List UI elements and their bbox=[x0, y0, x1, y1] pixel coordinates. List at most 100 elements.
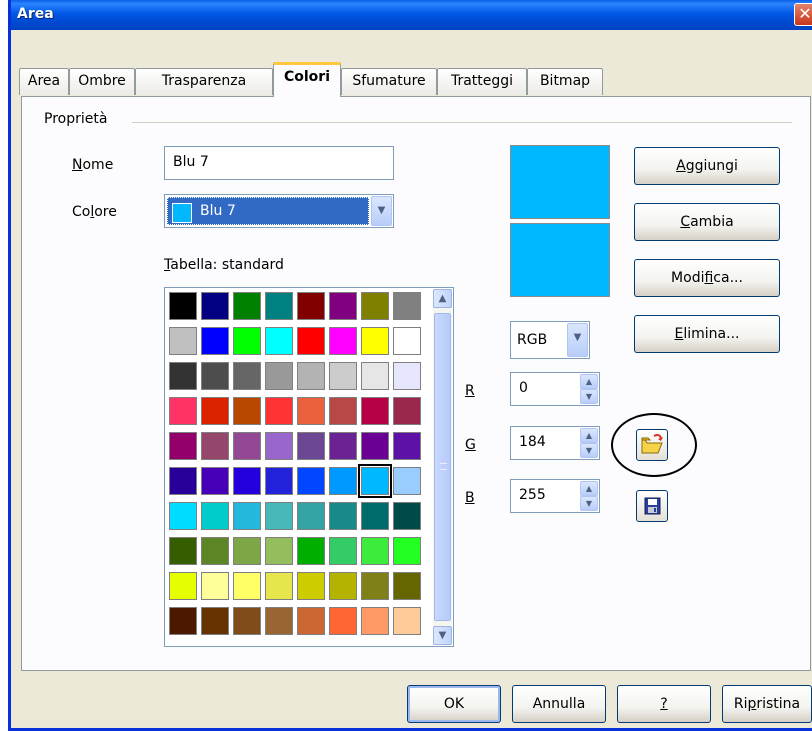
color-swatch-cell[interactable] bbox=[169, 572, 197, 600]
color-swatch-cell[interactable] bbox=[329, 397, 357, 425]
color-swatch-cell[interactable] bbox=[393, 362, 421, 390]
close-button[interactable]: ✕ bbox=[794, 3, 812, 26]
color-swatch-cell[interactable] bbox=[297, 292, 325, 320]
color-swatch-cell[interactable] bbox=[169, 327, 197, 355]
spin-up-icon[interactable]: ▲ bbox=[580, 481, 598, 496]
color-swatch-cell[interactable] bbox=[201, 362, 229, 390]
color-swatch-cell[interactable] bbox=[169, 432, 197, 460]
edit-button[interactable]: Modifica... bbox=[634, 259, 780, 297]
load-color-list-button[interactable] bbox=[636, 429, 668, 461]
color-swatch-cell[interactable] bbox=[393, 572, 421, 600]
color-swatch-cell[interactable] bbox=[329, 537, 357, 565]
color-swatch-cell[interactable] bbox=[361, 327, 389, 355]
color-swatch-cell[interactable] bbox=[169, 502, 197, 530]
color-swatch-cell[interactable] bbox=[361, 432, 389, 460]
color-swatch-cell[interactable] bbox=[297, 397, 325, 425]
color-swatch-cell[interactable] bbox=[393, 327, 421, 355]
color-swatch-cell[interactable] bbox=[393, 502, 421, 530]
chevron-down-icon[interactable]: ▼ bbox=[371, 196, 392, 226]
g-input[interactable]: 184 ▲ ▼ bbox=[510, 426, 600, 460]
color-swatch-cell[interactable] bbox=[169, 537, 197, 565]
color-swatch-cell[interactable] bbox=[265, 572, 293, 600]
chevron-down-icon[interactable]: ▼ bbox=[567, 323, 588, 357]
tab-sfumature[interactable]: Sfumature bbox=[341, 68, 437, 95]
color-swatch-cell[interactable] bbox=[201, 432, 229, 460]
color-swatch-cell[interactable] bbox=[265, 397, 293, 425]
color-swatch-cell[interactable] bbox=[329, 607, 357, 635]
name-input[interactable]: Blu 7 bbox=[164, 146, 394, 180]
color-swatch-cell[interactable] bbox=[297, 467, 325, 495]
spin-down-icon[interactable]: ▼ bbox=[580, 496, 598, 511]
color-swatch-cell[interactable] bbox=[297, 607, 325, 635]
color-swatch-cell[interactable] bbox=[265, 467, 293, 495]
color-swatch-cell[interactable] bbox=[297, 502, 325, 530]
b-input[interactable]: 255 ▲ ▼ bbox=[510, 479, 600, 513]
scroll-up-icon[interactable]: ▲ bbox=[433, 289, 452, 308]
color-swatch-cell[interactable] bbox=[201, 502, 229, 530]
color-select[interactable]: Blu 7 ▼ bbox=[164, 194, 394, 228]
reset-button[interactable]: Ripristina bbox=[722, 685, 812, 723]
color-swatch-cell[interactable] bbox=[201, 607, 229, 635]
ok-button[interactable]: OK bbox=[407, 685, 501, 723]
color-swatch-cell[interactable] bbox=[297, 537, 325, 565]
color-model-select[interactable]: RGB ▼ bbox=[510, 321, 590, 359]
color-swatch-cell[interactable] bbox=[393, 292, 421, 320]
spin-down-icon[interactable]: ▼ bbox=[580, 443, 598, 458]
color-swatch-cell[interactable] bbox=[329, 432, 357, 460]
tab-colori[interactable]: Colori bbox=[273, 62, 341, 97]
color-swatch-cell[interactable] bbox=[265, 362, 293, 390]
color-swatch-cell[interactable] bbox=[393, 537, 421, 565]
color-swatch-cell[interactable] bbox=[233, 572, 261, 600]
color-swatch-cell[interactable] bbox=[169, 607, 197, 635]
color-swatch-cell[interactable] bbox=[393, 432, 421, 460]
color-swatch-cell[interactable] bbox=[265, 432, 293, 460]
spin-up-icon[interactable]: ▲ bbox=[580, 374, 598, 389]
color-swatch-cell[interactable] bbox=[329, 292, 357, 320]
color-swatch-cell[interactable] bbox=[358, 464, 392, 498]
color-swatch-cell[interactable] bbox=[361, 537, 389, 565]
help-button[interactable]: ? bbox=[617, 685, 711, 723]
spin-up-icon[interactable]: ▲ bbox=[580, 428, 598, 443]
scroll-thumb[interactable] bbox=[434, 313, 451, 621]
cancel-button[interactable]: Annulla bbox=[512, 685, 606, 723]
tab-area[interactable]: Area bbox=[19, 68, 69, 95]
color-swatch-cell[interactable] bbox=[233, 397, 261, 425]
color-swatch-cell[interactable] bbox=[265, 292, 293, 320]
change-button[interactable]: Cambia bbox=[634, 203, 780, 241]
color-swatch-cell[interactable] bbox=[169, 292, 197, 320]
add-button[interactable]: Aggiungi bbox=[634, 147, 780, 185]
color-swatch-cell[interactable] bbox=[201, 292, 229, 320]
color-swatch-cell[interactable] bbox=[233, 607, 261, 635]
color-swatch-cell[interactable] bbox=[233, 327, 261, 355]
color-swatch-cell[interactable] bbox=[233, 362, 261, 390]
color-swatch-cell[interactable] bbox=[329, 327, 357, 355]
color-swatch-cell[interactable] bbox=[265, 502, 293, 530]
tab-bitmap[interactable]: Bitmap bbox=[527, 68, 603, 95]
color-swatch-cell[interactable] bbox=[393, 607, 421, 635]
color-swatch-cell[interactable] bbox=[297, 327, 325, 355]
color-swatch-cell[interactable] bbox=[233, 502, 261, 530]
color-swatch-cell[interactable] bbox=[361, 572, 389, 600]
color-swatch-cell[interactable] bbox=[201, 397, 229, 425]
color-swatch-cell[interactable] bbox=[265, 327, 293, 355]
color-swatch-cell[interactable] bbox=[233, 467, 261, 495]
color-swatch-cell[interactable] bbox=[201, 327, 229, 355]
color-swatch-cell[interactable] bbox=[201, 537, 229, 565]
color-swatch-cell[interactable] bbox=[361, 607, 389, 635]
color-swatch-cell[interactable] bbox=[393, 397, 421, 425]
tab-ombre[interactable]: Ombre bbox=[69, 68, 135, 95]
color-swatch-cell[interactable] bbox=[329, 467, 357, 495]
tab-tratteggi[interactable]: Tratteggi bbox=[437, 68, 527, 95]
color-swatch-cell[interactable] bbox=[169, 362, 197, 390]
color-swatch-cell[interactable] bbox=[393, 467, 421, 495]
color-swatch-cell[interactable] bbox=[297, 572, 325, 600]
color-swatch-cell[interactable] bbox=[233, 537, 261, 565]
color-swatch-cell[interactable] bbox=[329, 502, 357, 530]
color-swatch-cell[interactable] bbox=[265, 607, 293, 635]
color-swatch-cell[interactable] bbox=[297, 362, 325, 390]
save-color-list-button[interactable] bbox=[636, 490, 668, 522]
color-swatch-cell[interactable] bbox=[361, 397, 389, 425]
scroll-down-icon[interactable]: ▼ bbox=[433, 626, 452, 645]
color-swatch-cell[interactable] bbox=[361, 292, 389, 320]
r-input[interactable]: 0 ▲ ▼ bbox=[510, 372, 600, 406]
